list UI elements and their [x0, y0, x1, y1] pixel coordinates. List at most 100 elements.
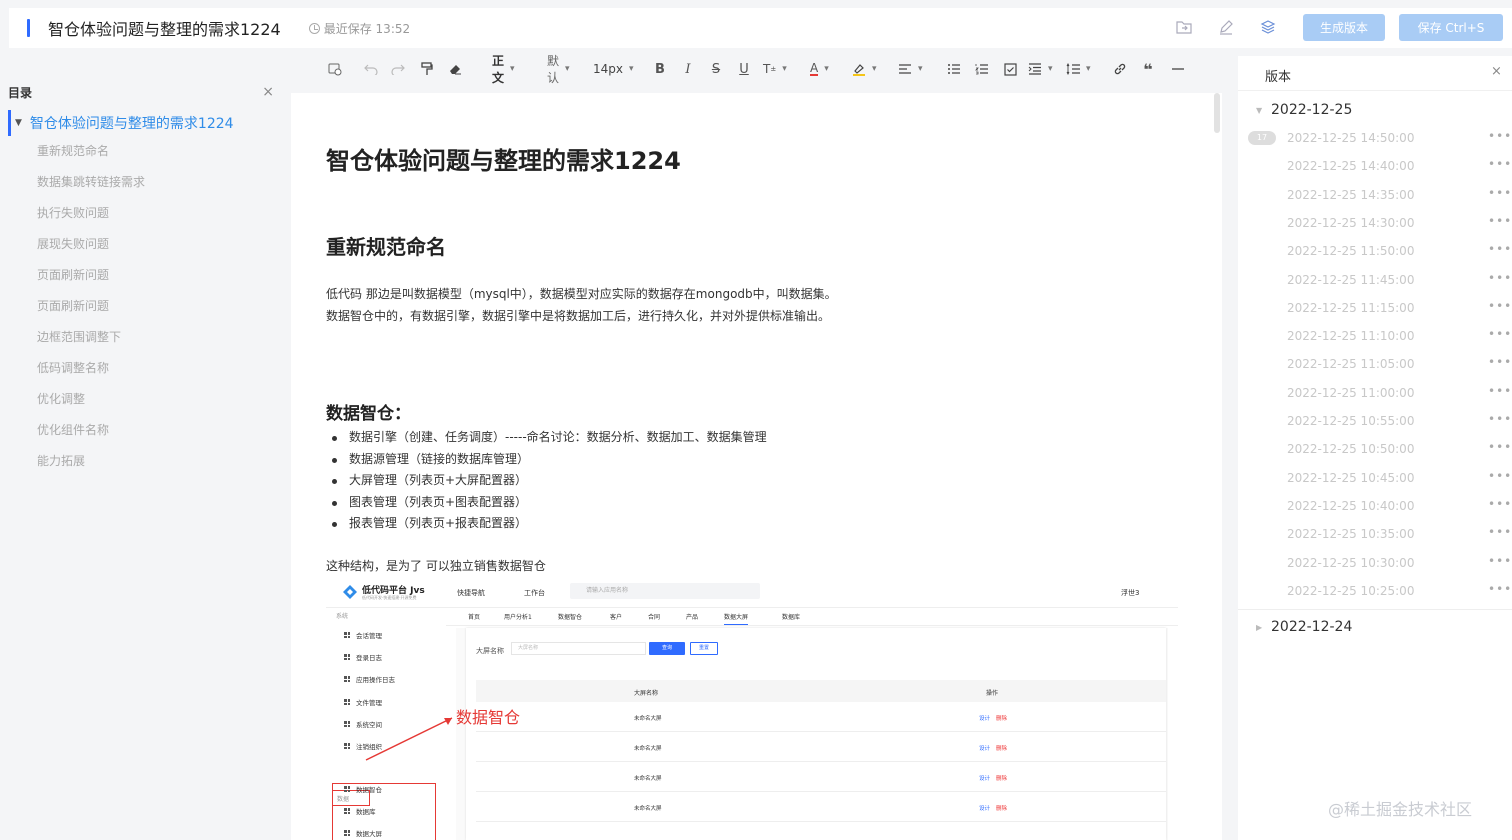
version-timestamp: 2022-12-25 14:35:00 [1287, 187, 1415, 202]
version-item[interactable]: 2022-12-25 11:15:00 ••• [1287, 299, 1511, 315]
outline-item[interactable]: 边框范围调整下 [37, 322, 282, 353]
outline-root-item[interactable]: ▼ 智仓体验问题与整理的需求1224 [8, 110, 282, 136]
superscript-icon[interactable]: T ± [763, 58, 787, 80]
pencil-icon[interactable] [1217, 18, 1235, 36]
more-options-icon[interactable]: ••• [1488, 469, 1512, 483]
doc-heading-2[interactable]: 数据智仓： [326, 399, 411, 424]
link-icon[interactable] [1112, 58, 1128, 80]
undo-icon[interactable] [362, 58, 380, 80]
more-options-icon[interactable]: ••• [1488, 129, 1512, 143]
bullet-list-icon[interactable] [946, 58, 962, 80]
layers-icon[interactable] [1259, 18, 1277, 36]
version-item[interactable]: 2022-12-25 10:30:00 ••• [1287, 554, 1511, 570]
horizontal-rule-icon[interactable] [1170, 58, 1186, 80]
more-options-icon[interactable]: ••• [1488, 497, 1512, 511]
strikethrough-icon[interactable]: S [708, 58, 724, 80]
quote-icon[interactable]: ❝ [1140, 58, 1156, 80]
redo-icon[interactable] [389, 58, 407, 80]
more-options-icon[interactable]: ••• [1488, 242, 1512, 256]
scrollbar-thumb[interactable] [1214, 93, 1220, 133]
version-timestamp: 2022-12-25 14:30:00 [1287, 215, 1415, 230]
outline-item[interactable]: 数据集跳转链接需求 [37, 167, 282, 198]
paint-format-icon[interactable] [418, 58, 436, 80]
outline-panel: 目录 × ▼ 智仓体验问题与整理的需求1224 重新规范命名 数据集跳转链接需求… [0, 80, 282, 477]
close-icon[interactable]: × [262, 84, 274, 100]
save-button[interactable]: 保存 Ctrl+S [1399, 14, 1503, 41]
bold-icon[interactable]: B [652, 58, 668, 80]
more-options-icon[interactable]: ••• [1488, 271, 1512, 285]
version-group-2022-12-24[interactable]: ▶ 2022-12-24 [1256, 619, 1352, 635]
doc-bullet-list[interactable]: 数据引擎（创建、任务调度）-----命名讨论：数据分析、数据加工、数据集管理 数… [326, 427, 767, 535]
line-height-icon[interactable] [1066, 58, 1091, 80]
outline-item[interactable]: 低码调整名称 [37, 353, 282, 384]
version-item[interactable]: 2022-12-25 10:50:00 ••• [1287, 440, 1511, 456]
editor-canvas[interactable]: 智仓体验问题与整理的需求1224 重新规范命名 低代码 那边是叫数据模型（mys… [291, 93, 1222, 840]
version-item[interactable]: 2022-12-25 11:00:00 ••• [1287, 384, 1511, 400]
ordered-list-icon[interactable] [974, 58, 990, 80]
version-timestamp: 2022-12-25 10:55:00 [1287, 414, 1415, 428]
more-options-icon[interactable]: ••• [1488, 412, 1512, 426]
indent-icon[interactable] [1028, 58, 1053, 80]
version-group-2022-12-25[interactable]: ▼ 2022-12-25 [1256, 102, 1352, 118]
doc-heading-1[interactable]: 智仓体验问题与整理的需求1224 [326, 141, 681, 176]
version-timestamp: 2022-12-25 11:05:00 [1287, 357, 1415, 372]
version-item[interactable]: 2022-12-25 11:05:00 ••• [1287, 355, 1511, 372]
generate-version-button[interactable]: 生成版本 [1303, 14, 1385, 41]
more-options-icon[interactable]: ••• [1488, 554, 1512, 568]
more-options-icon[interactable]: ••• [1488, 525, 1512, 539]
version-timestamp: 2022-12-25 10:35:00 [1287, 527, 1415, 542]
font-size-select[interactable]: 14px [593, 58, 634, 80]
italic-icon[interactable]: I [680, 58, 696, 80]
more-options-icon[interactable]: ••• [1488, 355, 1512, 369]
outline-item[interactable]: 优化调整 [37, 384, 282, 415]
version-header: 版本 × [1238, 56, 1512, 91]
doc-paragraph[interactable]: 这种结构，是为了 可以独立销售数据智仓 [326, 557, 546, 574]
version-item[interactable]: 2022-12-25 11:10:00 ••• [1287, 327, 1511, 343]
expand-triangle-icon[interactable]: ▶ [1256, 623, 1264, 632]
doc-heading-2[interactable]: 重新规范命名 [326, 231, 446, 260]
more-options-icon[interactable]: ••• [1488, 327, 1512, 341]
paragraph-style-select[interactable]: 正文 [492, 54, 515, 85]
outline-item[interactable]: 页面刷新问题 [37, 291, 282, 322]
more-options-icon[interactable]: ••• [1488, 157, 1512, 171]
outline-item[interactable]: 页面刷新问题 [37, 260, 282, 291]
version-item[interactable]: 2022-12-25 14:40:00 ••• [1287, 157, 1511, 173]
outline-item[interactable]: 优化组件名称 [37, 415, 282, 446]
version-item[interactable]: 2022-12-25 11:50:00 ••• [1287, 242, 1511, 258]
collapse-triangle-icon[interactable]: ▼ [15, 118, 22, 128]
version-item[interactable]: 2022-12-25 14:30:00 ••• [1287, 214, 1511, 230]
more-options-icon[interactable]: ••• [1488, 384, 1512, 398]
version-item[interactable]: 2022-12-25 10:55:00 ••• [1287, 412, 1511, 428]
folder-move-icon[interactable] [1175, 18, 1193, 36]
outline-item[interactable]: 能力拓展 [37, 446, 282, 477]
underline-icon[interactable]: U [736, 58, 752, 80]
more-options-icon[interactable]: ••• [1488, 582, 1512, 596]
version-count-badge: 17 [1248, 131, 1276, 145]
text-color-icon[interactable]: A [810, 58, 829, 80]
outline-item[interactable]: 展现失败问题 [37, 229, 282, 260]
more-options-icon[interactable]: ••• [1488, 214, 1512, 228]
version-item[interactable]: 2022-12-25 11:45:00 ••• [1287, 271, 1511, 287]
doc-paragraph[interactable]: 低代码 那边是叫数据模型（mysql中），数据模型对应实际的数据存在mongod… [326, 283, 837, 327]
format-painter-search-icon[interactable] [326, 58, 344, 80]
more-options-icon[interactable]: ••• [1488, 299, 1512, 313]
version-item[interactable]: 2022-12-25 10:45:00 ••• [1287, 469, 1511, 485]
embedded-screenshot[interactable]: 低代码平台 Jvs 低代码开发·快速搭建·开源免费 快捷导航 工作台 请输入应用… [326, 578, 1178, 840]
eraser-icon[interactable] [446, 58, 464, 80]
version-item[interactable]: 2022-12-25 14:35:00 ••• [1287, 186, 1511, 202]
align-left-icon[interactable] [898, 58, 923, 80]
outline-item[interactable]: 重新规范命名 [37, 136, 282, 167]
outline-item[interactable]: 执行失败问题 [37, 198, 282, 229]
version-item[interactable]: 2022-12-25 10:35:00 ••• [1287, 525, 1511, 542]
highlight-icon[interactable] [852, 58, 877, 80]
font-family-select[interactable]: 默认 [547, 54, 570, 85]
collapse-triangle-icon[interactable]: ▼ [1256, 106, 1264, 115]
version-item[interactable]: 2022-12-25 10:40:00 ••• [1287, 497, 1511, 513]
more-options-icon[interactable]: ••• [1488, 440, 1512, 454]
version-item[interactable]: 2022-12-25 10:25:00 ••• [1287, 582, 1511, 598]
document-title[interactable]: 智仓体验问题与整理的需求1224 [48, 16, 281, 40]
version-item[interactable]: 2022-12-25 14:50:00 ••• [1287, 129, 1511, 145]
more-options-icon[interactable]: ••• [1488, 186, 1512, 200]
checkbox-list-icon[interactable] [1002, 58, 1018, 80]
close-icon[interactable]: × [1491, 64, 1502, 79]
